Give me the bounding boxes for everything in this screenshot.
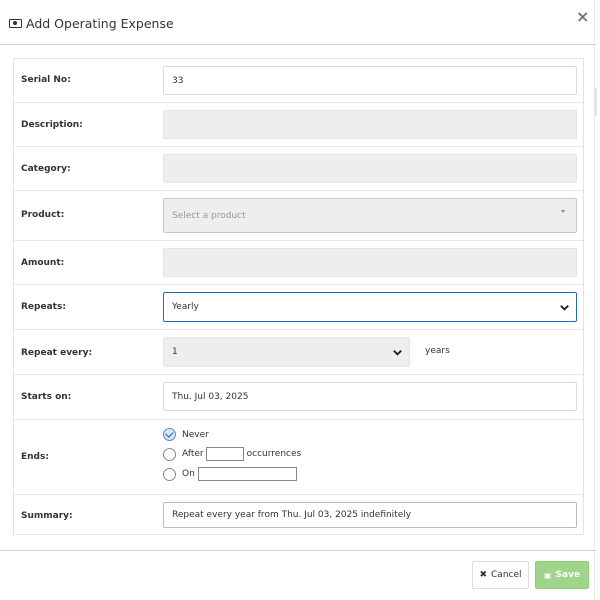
repeats-select[interactable]: Yearly: [163, 292, 577, 322]
repeat-every-select[interactable]: 1: [163, 337, 410, 367]
caret-down-icon: [561, 210, 565, 213]
serial-input[interactable]: 33: [163, 66, 577, 95]
summary-label: Summary:: [21, 511, 73, 521]
summary-value: Repeat every year from Thu. Jul 03, 2025…: [172, 510, 412, 520]
row-ends: Ends: Never After occurrences On: [14, 420, 583, 495]
row-description: Description:: [14, 103, 583, 147]
description-input[interactable]: [163, 110, 577, 139]
ends-on-radio[interactable]: [163, 467, 176, 481]
description-label: Description:: [21, 120, 83, 130]
starts-on-value: Thu. Jul 03, 2025: [172, 391, 249, 402]
ends-after-option[interactable]: After occurrences: [163, 447, 301, 461]
modal-footer: ✖ Cancel ▣ Save: [0, 550, 597, 600]
row-product: Product: Select a product: [14, 191, 583, 241]
product-placeholder: Select a product: [172, 210, 246, 221]
ends-after-label: After: [182, 449, 204, 459]
amount-label: Amount:: [21, 258, 65, 268]
ends-occurrences-label: occurrences: [246, 449, 302, 459]
ends-on-label: On: [182, 469, 195, 479]
repeat-every-label: Repeat every:: [21, 348, 93, 358]
occurrences-input[interactable]: [205, 447, 244, 461]
cancel-label: Cancel: [491, 570, 522, 580]
modal-title: Add Operating Expense: [26, 16, 174, 31]
chevron-down-icon: [393, 350, 402, 356]
save-button[interactable]: ▣ Save: [535, 561, 589, 589]
row-serial: Serial No: 33: [14, 59, 583, 103]
scrollbar-thumb[interactable]: [594, 88, 597, 116]
repeats-value: Yearly: [172, 302, 199, 312]
ends-on-option[interactable]: On: [163, 467, 300, 481]
ends-never-radio[interactable]: [163, 428, 176, 441]
cancel-button[interactable]: ✖ Cancel: [472, 561, 529, 589]
save-icon: ▣: [543, 570, 552, 580]
starts-on-label: Starts on:: [21, 392, 72, 402]
ends-never-label: Never: [182, 429, 209, 440]
starts-on-input[interactable]: Thu. Jul 03, 2025: [163, 382, 577, 411]
category-input[interactable]: [163, 154, 577, 183]
operating-expense-modal: Add Operating Expense × Serial No: 33 De…: [0, 0, 597, 600]
money-icon: [9, 19, 22, 28]
ends-on-date-input[interactable]: [197, 467, 297, 481]
ends-label: Ends:: [21, 452, 49, 462]
row-starts-on: Starts on: Thu. Jul 03, 2025: [14, 375, 583, 420]
repeat-every-value: 1: [172, 347, 178, 357]
product-select[interactable]: Select a product: [163, 198, 577, 233]
serial-label: Serial No:: [21, 75, 71, 85]
ends-after-radio[interactable]: [163, 447, 176, 461]
close-icon[interactable]: ×: [576, 9, 589, 25]
repeat-every-unit: years: [425, 346, 450, 356]
product-label: Product:: [21, 210, 65, 220]
expense-form: Serial No: 33 Description: Category: Pro…: [13, 58, 584, 535]
row-summary: Summary: Repeat every year from Thu. Jul…: [14, 495, 583, 535]
modal-title-wrap: Add Operating Expense: [9, 16, 174, 31]
row-category: Category:: [14, 147, 583, 191]
serial-value: 33: [172, 75, 184, 86]
repeats-label: Repeats:: [21, 302, 66, 312]
amount-input[interactable]: [163, 248, 577, 277]
modal-header: Add Operating Expense ×: [0, 0, 597, 45]
save-label: Save: [555, 570, 581, 580]
summary-input[interactable]: Repeat every year from Thu. Jul 03, 2025…: [163, 502, 577, 528]
row-repeat-every: Repeat every: 1 years: [14, 330, 583, 375]
ends-never-option[interactable]: Never: [163, 428, 209, 441]
category-label: Category:: [21, 164, 71, 174]
row-amount: Amount:: [14, 241, 583, 285]
close-icon: ✖: [479, 570, 488, 580]
chevron-down-icon: [560, 305, 569, 311]
row-repeats: Repeats: Yearly: [14, 285, 583, 330]
